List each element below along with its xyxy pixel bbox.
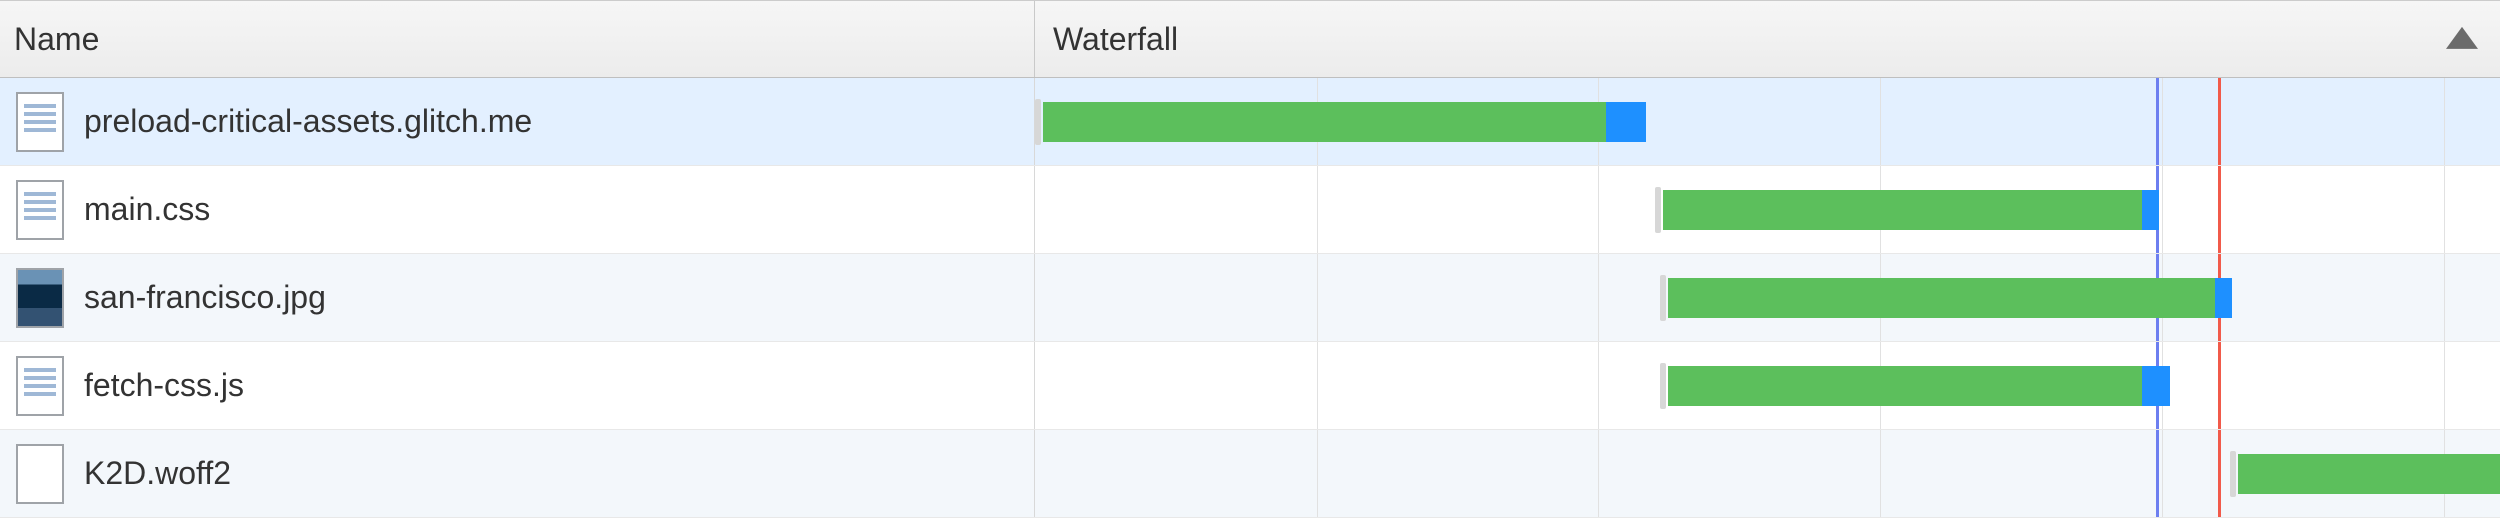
gridline <box>2444 342 2445 429</box>
file-icon <box>16 268 64 328</box>
waiting-segment <box>1668 278 2215 318</box>
queue-tick <box>1660 275 1666 321</box>
name-cell[interactable]: san-francisco.jpg <box>0 254 1035 341</box>
request-name: san-francisco.jpg <box>84 279 326 316</box>
sort-ascending-icon <box>2446 27 2478 49</box>
gridline <box>2444 254 2445 341</box>
column-header-name[interactable]: Name <box>0 1 1035 77</box>
gridline <box>1317 166 1318 253</box>
waiting-segment <box>2238 454 2500 494</box>
table-row[interactable]: main.css <box>0 166 2500 254</box>
download-segment <box>2142 366 2170 406</box>
timing-bar[interactable] <box>2230 454 2500 494</box>
gridline <box>1317 430 1318 517</box>
domcontentloaded-marker <box>2156 78 2159 165</box>
table-body: preload-critical-assets.glitch.me main.cs… <box>0 78 2500 518</box>
gridline <box>2162 166 2163 253</box>
load-marker <box>2218 166 2221 253</box>
domcontentloaded-marker <box>2156 430 2159 517</box>
waterfall-cell[interactable] <box>1035 342 2500 429</box>
gridline <box>1317 342 1318 429</box>
waiting-segment <box>1043 102 1606 142</box>
download-segment <box>2142 190 2159 230</box>
name-cell[interactable]: fetch-css.js <box>0 342 1035 429</box>
waterfall-cell[interactable] <box>1035 78 2500 165</box>
file-icon <box>16 356 64 416</box>
column-header-name-label: Name <box>14 21 99 58</box>
file-icon <box>16 444 64 504</box>
gridline <box>2162 430 2163 517</box>
waiting-segment <box>1663 190 2142 230</box>
gridline <box>2444 78 2445 165</box>
waterfall-cell[interactable] <box>1035 254 2500 341</box>
request-name: fetch-css.js <box>84 367 244 404</box>
column-header-waterfall[interactable]: Waterfall <box>1035 1 2500 77</box>
table-header: Name Waterfall <box>0 0 2500 78</box>
name-cell[interactable]: K2D.woff2 <box>0 430 1035 517</box>
gridline <box>2444 166 2445 253</box>
queue-tick <box>1655 187 1661 233</box>
gridline <box>1880 430 1881 517</box>
queue-tick <box>1660 363 1666 409</box>
file-icon <box>16 180 64 240</box>
name-cell[interactable]: preload-critical-assets.glitch.me <box>0 78 1035 165</box>
timing-bar[interactable] <box>1660 366 2169 406</box>
queue-tick <box>2230 451 2236 497</box>
waterfall-cell[interactable] <box>1035 430 2500 517</box>
table-row[interactable]: preload-critical-assets.glitch.me <box>0 78 2500 166</box>
request-name: main.css <box>84 191 210 228</box>
load-marker <box>2218 342 2221 429</box>
table-row[interactable]: fetch-css.js <box>0 342 2500 430</box>
waterfall-cell[interactable] <box>1035 166 2500 253</box>
load-marker <box>2218 78 2221 165</box>
gridline <box>1880 78 1881 165</box>
load-marker <box>2218 430 2221 517</box>
gridline <box>1598 342 1599 429</box>
gridline <box>2162 78 2163 165</box>
gridline <box>1598 166 1599 253</box>
table-row[interactable]: san-francisco.jpg <box>0 254 2500 342</box>
table-row[interactable]: K2D.woff2 <box>0 430 2500 518</box>
waiting-segment <box>1668 366 2141 406</box>
gridline <box>1317 254 1318 341</box>
download-segment <box>2215 278 2232 318</box>
download-segment <box>1606 102 1645 142</box>
gridline <box>1598 254 1599 341</box>
timing-bar[interactable] <box>1655 190 2159 230</box>
timing-bar[interactable] <box>1035 102 1646 142</box>
request-name: K2D.woff2 <box>84 455 231 492</box>
name-cell[interactable]: main.css <box>0 166 1035 253</box>
column-header-waterfall-label: Waterfall <box>1053 21 1178 58</box>
gridline <box>1598 430 1599 517</box>
network-panel: Name Waterfall preload-critical-assets.g… <box>0 0 2500 518</box>
queue-tick <box>1035 99 1041 145</box>
request-name: preload-critical-assets.glitch.me <box>84 103 532 140</box>
timing-bar[interactable] <box>1660 278 2231 318</box>
file-icon <box>16 92 64 152</box>
